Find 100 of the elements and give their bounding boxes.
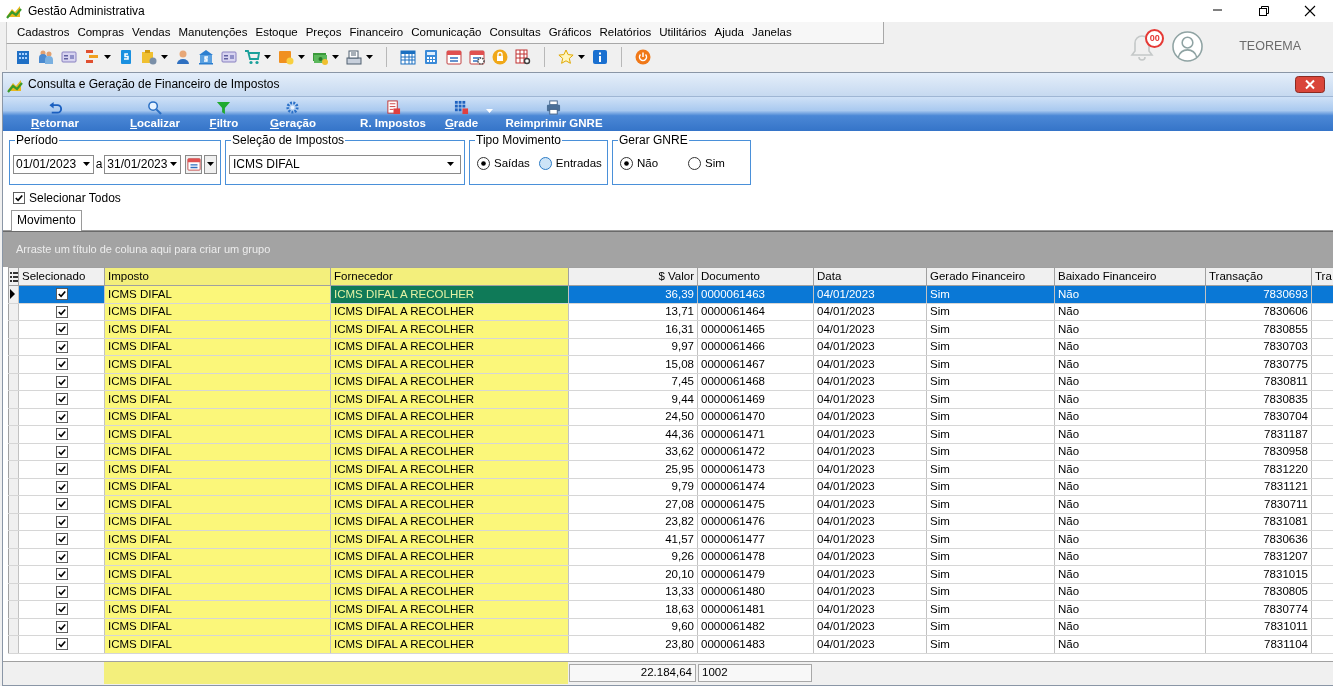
table-row[interactable]: ICMS DIFAL ICMS DIFAL A RECOLHER 33,62 0000061472 04/01/2023 Sim Não 7830958: [8, 443, 1333, 461]
tab[interactable]: Movimento: [11, 210, 82, 231]
checkbox[interactable]: [55, 445, 68, 458]
dropdown-caret-icon[interactable]: [298, 55, 305, 59]
checkbox[interactable]: [55, 340, 68, 353]
close-icon[interactable]: [1304, 5, 1316, 17]
menu-item[interactable]: Relatórios: [595, 25, 656, 40]
dropdown-caret-icon[interactable]: [170, 162, 178, 166]
radio-button[interactable]: [538, 157, 552, 171]
table-row[interactable]: ICMS DIFAL ICMS DIFAL A RECOLHER 27,08 0000061475 04/01/2023 Sim Não 7830711: [8, 495, 1333, 513]
table-row[interactable]: ICMS DIFAL ICMS DIFAL A RECOLHER 15,08 0000061467 04/01/2023 Sim Não 7830775: [8, 355, 1333, 373]
table-row[interactable]: ICMS DIFAL ICMS DIFAL A RECOLHER 23,80 0000061483 04/01/2023 Sim Não 7831104: [8, 635, 1333, 653]
menu-item[interactable]: Consultas: [485, 25, 545, 40]
dropdown-caret-icon[interactable]: [104, 55, 111, 59]
table-row[interactable]: ICMS DIFAL ICMS DIFAL A RECOLHER 7,45 0000061468 04/01/2023 Sim Não 7830811: [8, 373, 1333, 391]
close-icon[interactable]: [1295, 76, 1325, 93]
column-header[interactable]: Documento: [697, 267, 814, 286]
ribbon-button[interactable]: Filtro: [190, 97, 258, 131]
dropdown-caret-icon[interactable]: [161, 55, 168, 59]
checkbox[interactable]: [55, 498, 68, 511]
ribbon-button[interactable]: Reimprimir GNRE: [502, 97, 606, 131]
tax-select[interactable]: ICMS DIFAL: [229, 154, 461, 174]
dropdown-caret-icon[interactable]: [82, 162, 90, 166]
menu-item[interactable]: Gráficos: [544, 25, 596, 40]
power-icon[interactable]: [635, 49, 651, 65]
menu-item[interactable]: Utilitários: [655, 25, 711, 40]
table-row[interactable]: ICMS DIFAL ICMS DIFAL A RECOLHER 44,36 0000061471 04/01/2023 Sim Não 7831187: [8, 425, 1333, 443]
ribbon-button[interactable]: Grade: [436, 97, 502, 131]
table-row[interactable]: ICMS DIFAL ICMS DIFAL A RECOLHER 13,33 0000061480 04/01/2023 Sim Não 7830805: [8, 583, 1333, 601]
calendar-gear-icon[interactable]: [469, 49, 485, 65]
person-icon[interactable]: [175, 49, 191, 65]
dropdown-caret-icon[interactable]: [366, 55, 373, 59]
menu-item[interactable]: Manutenções: [174, 25, 252, 40]
checkbox[interactable]: [55, 358, 68, 371]
table-row[interactable]: ICMS DIFAL ICMS DIFAL A RECOLHER 9,26 0000061478 04/01/2023 Sim Não 7831207: [8, 548, 1333, 566]
table-row[interactable]: ICMS DIFAL ICMS DIFAL A RECOLHER 9,97 0000061466 04/01/2023 Sim Não 7830703: [8, 338, 1333, 356]
checkbox[interactable]: [55, 533, 68, 546]
table-row[interactable]: ICMS DIFAL ICMS DIFAL A RECOLHER 24,50 0000061470 04/01/2023 Sim Não 7830704: [8, 408, 1333, 426]
menu-item[interactable]: Estoque: [251, 25, 302, 40]
user-avatar-icon[interactable]: [1172, 30, 1204, 62]
checkbox[interactable]: [55, 393, 68, 406]
table-row[interactable]: ICMS DIFAL ICMS DIFAL A RECOLHER 20,10 0000061479 04/01/2023 Sim Não 7831015: [8, 565, 1333, 583]
checkbox[interactable]: [55, 585, 68, 598]
menu-item[interactable]: Janelas: [748, 25, 796, 40]
ribbon-button[interactable]: Retornar: [15, 97, 95, 131]
table-row[interactable]: ICMS DIFAL ICMS DIFAL A RECOLHER 25,95 0000061473 04/01/2023 Sim Não 7831220: [8, 460, 1333, 478]
column-header[interactable]: $ Valor: [568, 267, 698, 286]
menu-item[interactable]: Financeiro: [345, 25, 408, 40]
id-card-icon[interactable]: [221, 49, 237, 65]
calendar-icon[interactable]: [186, 157, 201, 171]
checkbox[interactable]: [55, 603, 68, 616]
dollar-document-icon[interactable]: [118, 49, 134, 65]
dropdown-caret-icon[interactable]: [578, 55, 585, 59]
table-row[interactable]: ICMS DIFAL ICMS DIFAL A RECOLHER 9,79 0000061474 04/01/2023 Sim Não 7831121: [8, 478, 1333, 496]
building-icon[interactable]: [15, 49, 31, 65]
bank-icon[interactable]: [198, 49, 214, 65]
table-row[interactable]: ICMS DIFAL ICMS DIFAL A RECOLHER 16,31 0000061465 04/01/2023 Sim Não 7830855: [8, 320, 1333, 338]
printer-icon[interactable]: [346, 49, 362, 65]
ribbon-button[interactable]: Geração: [258, 97, 328, 131]
table-row[interactable]: ICMS DIFAL ICMS DIFAL A RECOLHER 9,60 0000061482 04/01/2023 Sim Não 7831011: [8, 618, 1333, 636]
checkbox[interactable]: [55, 375, 68, 388]
radio-button[interactable]: [620, 157, 633, 171]
checkbox[interactable]: [55, 480, 68, 493]
menu-item[interactable]: Vendas: [128, 25, 175, 40]
table-row[interactable]: ICMS DIFAL ICMS DIFAL A RECOLHER 18,63 0000061481 04/01/2023 Sim Não 7830774: [8, 600, 1333, 618]
info-icon[interactable]: [592, 49, 608, 65]
table-row[interactable]: ICMS DIFAL ICMS DIFAL A RECOLHER 9,44 0000061469 04/01/2023 Sim Não 7830835: [8, 390, 1333, 408]
date-field[interactable]: 31/01/2023: [104, 154, 182, 174]
restore-icon[interactable]: [1258, 5, 1270, 17]
ribbon-button[interactable]: R. Impostos: [350, 97, 436, 131]
calendar-grid-icon[interactable]: [400, 49, 416, 65]
menu-item[interactable]: Preços: [301, 25, 346, 40]
table-row[interactable]: ICMS DIFAL ICMS DIFAL A RECOLHER 13,71 0000061464 04/01/2023 Sim Não 7830606: [8, 303, 1333, 321]
id-card-icon[interactable]: [61, 49, 77, 65]
checkbox[interactable]: [55, 428, 68, 441]
column-header[interactable]: Gerado Financeiro: [926, 267, 1055, 286]
checkbox[interactable]: [55, 550, 68, 563]
people-icon[interactable]: [38, 49, 54, 65]
checkbox[interactable]: [55, 323, 68, 336]
menu-item[interactable]: Comunicação: [407, 25, 486, 40]
checkbox[interactable]: [55, 305, 68, 318]
column-header[interactable]: Imposto: [104, 267, 331, 286]
column-header[interactable]: Fornecedor: [330, 267, 569, 286]
column-header[interactable]: Selecionado: [18, 267, 105, 286]
menu-item[interactable]: Compras: [73, 25, 129, 40]
table-row[interactable]: ICMS DIFAL ICMS DIFAL A RECOLHER 41,57 0000061477 04/01/2023 Sim Não 7830636: [8, 530, 1333, 548]
dropdown-caret-icon[interactable]: [264, 55, 271, 59]
checkbox[interactable]: [13, 192, 25, 204]
column-header[interactable]: Tra: [1311, 267, 1333, 286]
radio-button[interactable]: [477, 157, 490, 171]
checkbox[interactable]: [55, 515, 68, 528]
calculator-icon[interactable]: [423, 49, 439, 65]
checkbox[interactable]: [55, 620, 68, 633]
ribbon-button[interactable]: Localizar: [120, 97, 190, 131]
checkbox[interactable]: [55, 638, 68, 651]
dropdown-caret-icon[interactable]: [447, 162, 454, 166]
column-header[interactable]: Baixado Financeiro: [1054, 267, 1206, 286]
checkbox[interactable]: [55, 568, 68, 581]
date-field[interactable]: 01/01/2023: [13, 154, 94, 174]
checkbox[interactable]: [55, 463, 68, 476]
